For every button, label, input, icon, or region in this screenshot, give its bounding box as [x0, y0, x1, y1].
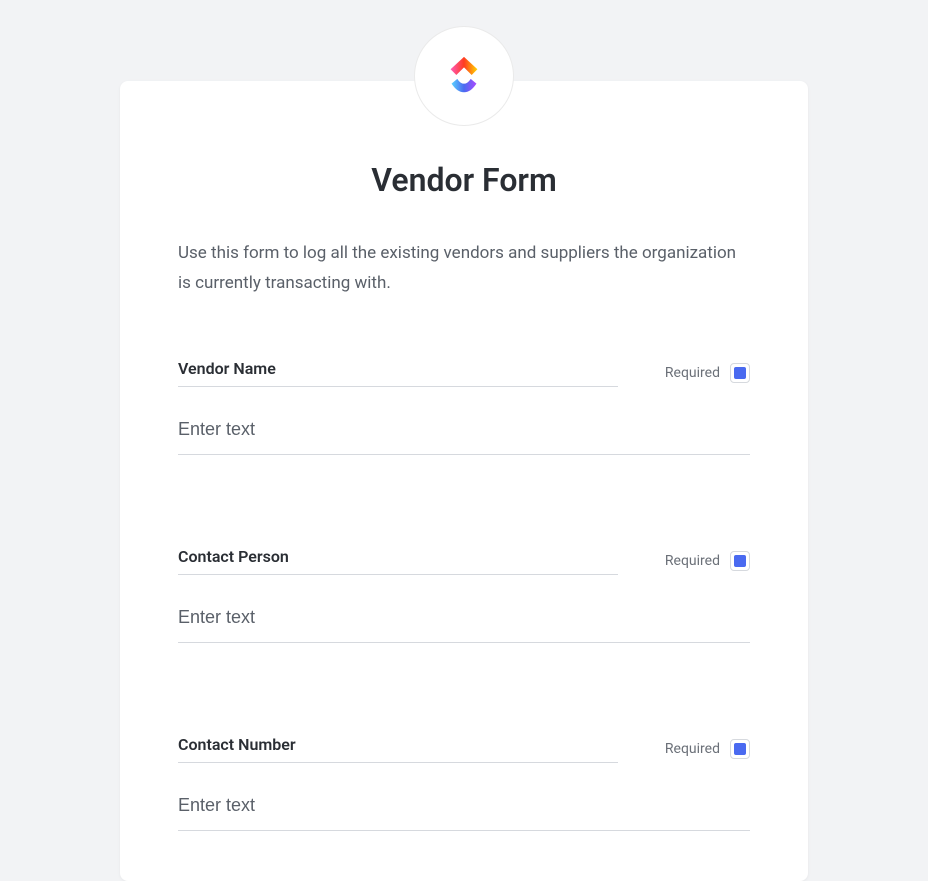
required-wrap: Required: [665, 551, 750, 571]
required-wrap: Required: [665, 363, 750, 383]
required-wrap: Required: [665, 739, 750, 759]
field-label: Vendor Name: [178, 359, 276, 378]
field-header: Contact Number Required: [178, 735, 750, 763]
required-checkbox[interactable]: [730, 551, 750, 571]
field-contact-person: Contact Person Required: [178, 547, 750, 643]
checkbox-checked-icon: [734, 743, 746, 755]
required-label: Required: [665, 553, 720, 569]
required-label: Required: [665, 365, 720, 381]
contact-number-input[interactable]: [178, 767, 750, 831]
clickup-logo-icon: [441, 53, 487, 99]
vendor-name-input[interactable]: [178, 391, 750, 455]
required-checkbox[interactable]: [730, 363, 750, 383]
checkbox-checked-icon: [734, 367, 746, 379]
checkbox-checked-icon: [734, 555, 746, 567]
field-label: Contact Person: [178, 547, 289, 566]
logo-circle: [414, 26, 514, 126]
field-label-wrap[interactable]: Contact Number: [178, 735, 618, 763]
form-fields: Vendor Name Required Contact Person Requ…: [120, 299, 808, 831]
required-label: Required: [665, 741, 720, 757]
field-label: Contact Number: [178, 735, 296, 754]
form-card: Vendor Form Use this form to log all the…: [120, 81, 808, 881]
field-label-wrap[interactable]: Contact Person: [178, 547, 618, 575]
contact-person-input[interactable]: [178, 579, 750, 643]
field-header: Vendor Name Required: [178, 359, 750, 387]
field-contact-number: Contact Number Required: [178, 735, 750, 831]
required-checkbox[interactable]: [730, 739, 750, 759]
field-vendor-name: Vendor Name Required: [178, 359, 750, 455]
form-description: Use this form to log all the existing ve…: [120, 199, 808, 299]
field-label-wrap[interactable]: Vendor Name: [178, 359, 618, 387]
field-header: Contact Person Required: [178, 547, 750, 575]
